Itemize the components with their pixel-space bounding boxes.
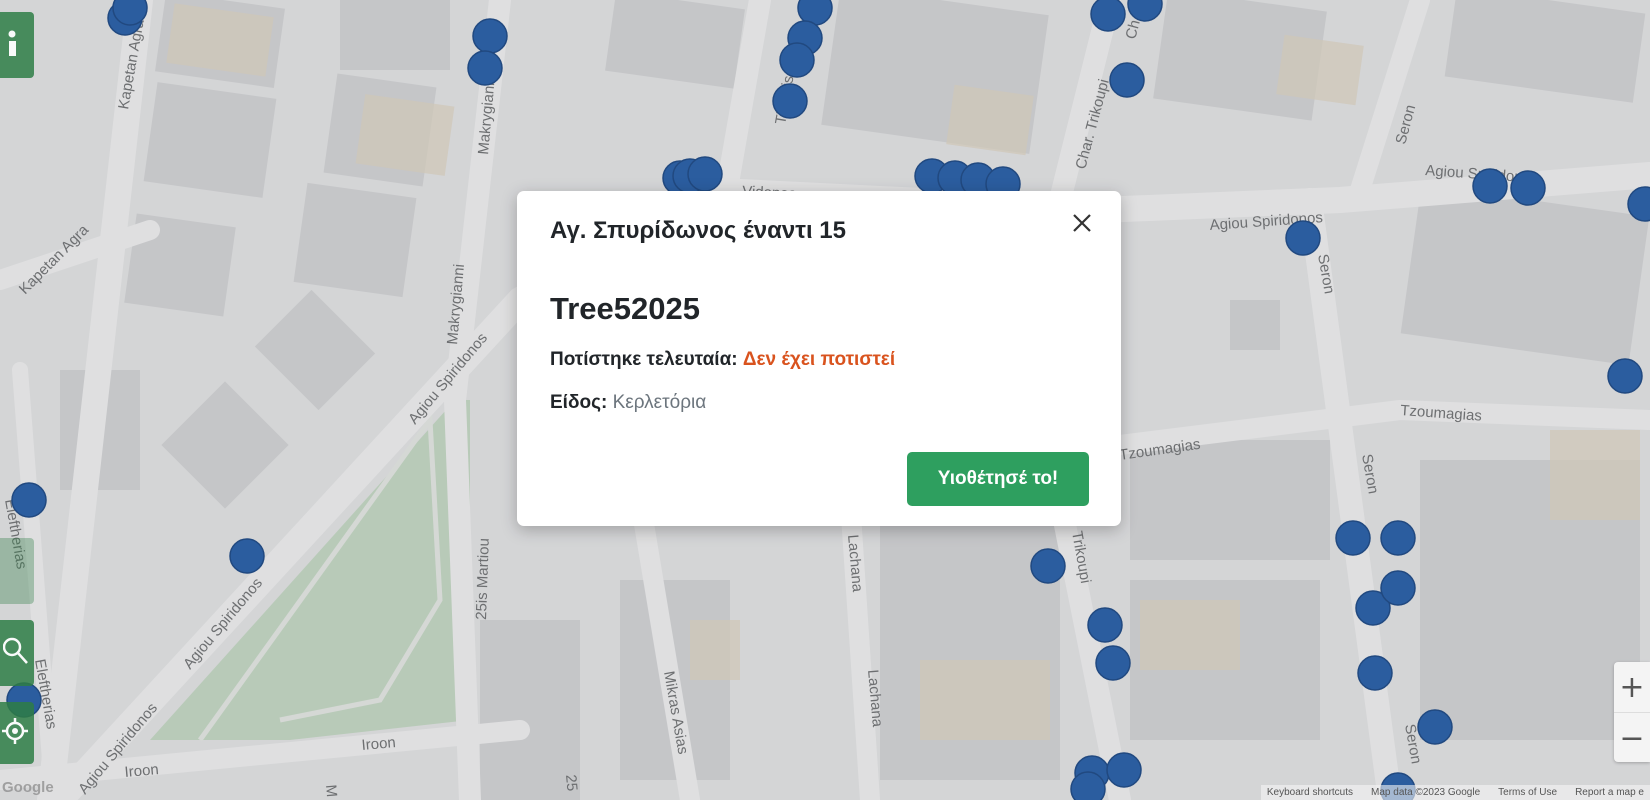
- tree-marker[interactable]: [1090, 0, 1126, 32]
- zoom-control: + −: [1614, 662, 1650, 762]
- tree-marker[interactable]: [229, 538, 265, 574]
- tree-marker[interactable]: [11, 482, 47, 518]
- map-data-text: Map data ©2023 Google: [1371, 787, 1481, 798]
- street-label: Iroon: [361, 734, 397, 754]
- tree-marker[interactable]: [1510, 170, 1546, 206]
- tree-marker[interactable]: [1106, 752, 1142, 788]
- adopt-button[interactable]: Υιοθέτησέ το!: [907, 452, 1089, 506]
- terms-link[interactable]: Terms of Use: [1498, 787, 1557, 798]
- map-logo: Google: [2, 779, 54, 796]
- tree-marker[interactable]: [687, 156, 723, 192]
- tree-marker[interactable]: [1087, 607, 1123, 643]
- search-button[interactable]: [0, 620, 34, 686]
- tree-marker[interactable]: [1095, 645, 1131, 681]
- zoom-out-button[interactable]: −: [1614, 712, 1650, 763]
- street-label: 25is Martiou: [473, 538, 493, 620]
- tree-marker[interactable]: [472, 18, 508, 54]
- keyboard-shortcuts-link[interactable]: Keyboard shortcuts: [1267, 787, 1353, 798]
- tree-marker[interactable]: [1607, 358, 1643, 394]
- map-attribution: Keyboard shortcuts Map data ©2023 Google…: [1260, 785, 1650, 800]
- tree-marker[interactable]: [772, 83, 808, 119]
- modal-title: Αγ. Σπυρίδωνος έναντι 15: [550, 217, 846, 244]
- info-button[interactable]: [0, 12, 34, 78]
- locate-button[interactable]: [0, 702, 34, 764]
- species-row: Είδος: Κερλετόρια: [550, 392, 706, 414]
- search-icon: [2, 636, 31, 671]
- watered-value: Δεν έχει ποτιστεί: [742, 349, 896, 370]
- tree-marker[interactable]: [1030, 548, 1066, 584]
- street-label: M: [322, 784, 340, 798]
- tree-marker[interactable]: [779, 42, 815, 78]
- tree-marker[interactable]: [1417, 709, 1453, 745]
- report-error-link[interactable]: Report a map e: [1575, 787, 1644, 798]
- street-label: Iroon: [124, 761, 160, 781]
- tree-marker[interactable]: [1070, 771, 1106, 800]
- locate-icon: [2, 716, 32, 751]
- tree-info-modal: Αγ. Σπυρίδωνος έναντι 15 Tree52025 Ποτίσ…: [517, 191, 1121, 526]
- tree-marker[interactable]: [1472, 168, 1508, 204]
- tree-id: Tree52025: [550, 291, 700, 326]
- tree-marker[interactable]: [1335, 520, 1371, 556]
- species-label: Είδος:: [550, 392, 608, 413]
- watered-label: Ποτίστηκε τελευταία:: [550, 349, 738, 370]
- species-value: Κερλετόρια: [612, 392, 707, 413]
- tree-marker[interactable]: [467, 50, 503, 86]
- street-label: 25: [562, 774, 580, 792]
- tree-marker[interactable]: [1285, 220, 1321, 256]
- tree-marker[interactable]: [1357, 655, 1393, 691]
- zoom-in-button[interactable]: +: [1614, 662, 1650, 712]
- close-icon: [1072, 209, 1092, 239]
- close-button[interactable]: [1069, 211, 1095, 237]
- watered-row: Ποτίστηκε τελευταία: Δεν έχει ποτιστεί: [550, 349, 895, 371]
- side-panel-button[interactable]: [0, 538, 34, 604]
- info-icon: [8, 28, 26, 63]
- tree-marker[interactable]: [1380, 520, 1416, 556]
- tree-marker[interactable]: [1109, 62, 1145, 98]
- tree-marker[interactable]: [1380, 570, 1416, 606]
